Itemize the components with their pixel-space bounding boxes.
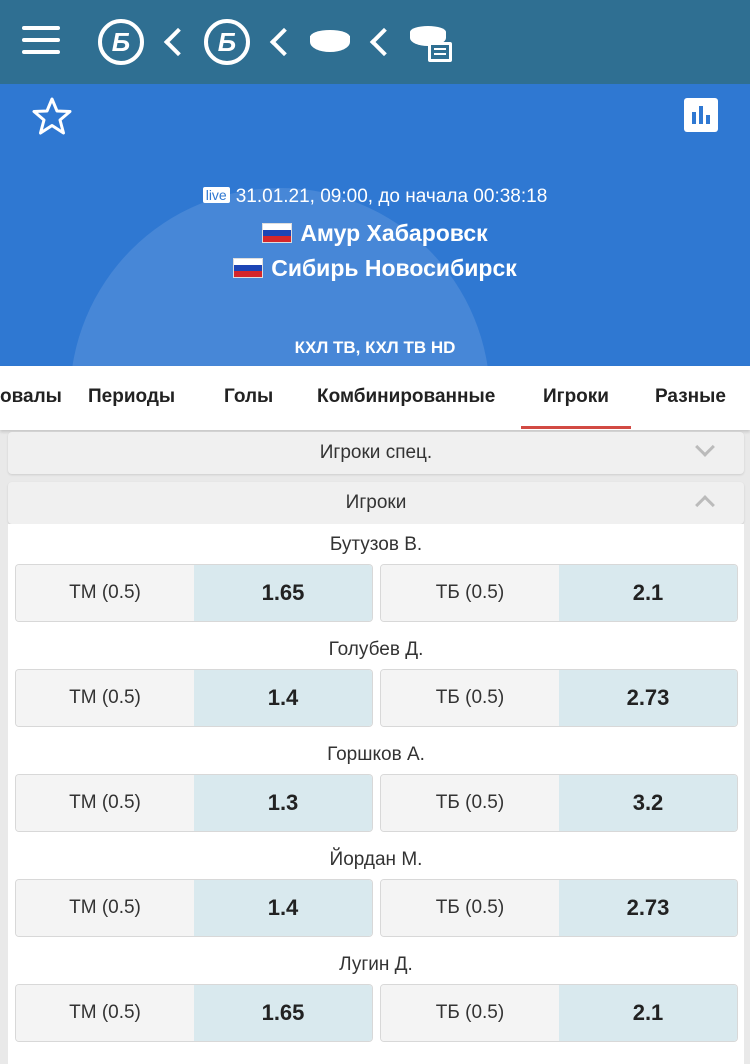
logo-letter: Б <box>217 26 237 57</box>
statistics-icon[interactable] <box>684 98 718 132</box>
match-time: 31.01.21, 09:00, до начала 00:38:18 <box>235 186 548 207</box>
players-market-list: Бутузов В. ТМ (0.5) 1.65 ТБ (0.5) 2.1 Го… <box>8 524 744 1064</box>
bet-odd: 2.73 <box>559 880 737 936</box>
team-home: Амур Хабаровск <box>0 220 750 247</box>
match-header: live 31.01.21, 09:00, до начала 00:38:18 … <box>0 84 750 366</box>
team-away: Сибирь Новосибирск <box>0 255 750 282</box>
section-title: Игроки <box>345 492 407 513</box>
player-name: Горшков А. <box>327 744 425 765</box>
bet-over-button[interactable]: ТБ (0.5) 2.73 <box>381 880 737 936</box>
tab-goals[interactable]: Голы <box>224 386 273 408</box>
bet-label: ТБ (0.5) <box>381 880 559 936</box>
bet-label: ТМ (0.5) <box>16 670 194 726</box>
player-name: Бутузов В. <box>329 534 423 555</box>
favorite-star-icon[interactable] <box>32 96 72 136</box>
bet-odd: 1.65 <box>194 985 372 1041</box>
player-name: Йордан М. <box>329 849 423 870</box>
chevron-left-icon <box>362 22 398 62</box>
bet-label: ТБ (0.5) <box>381 775 559 831</box>
bet-over-button[interactable]: ТБ (0.5) 2.1 <box>381 985 737 1041</box>
bet-label: ТМ (0.5) <box>16 775 194 831</box>
hockey-puck-icon[interactable] <box>310 22 350 62</box>
tab-players[interactable]: Игроки <box>521 386 631 429</box>
match-datetime: live 31.01.21, 09:00, до начала 00:38:18 <box>0 186 750 208</box>
section-title: Игроки спец. <box>319 442 433 463</box>
bet-over-button[interactable]: ТБ (0.5) 3.2 <box>381 775 737 831</box>
player-name: Лугин Д. <box>339 954 413 975</box>
bet-label: ТБ (0.5) <box>381 670 559 726</box>
bet-under-button[interactable]: ТМ (0.5) 1.3 <box>16 775 372 831</box>
tab-misc[interactable]: Разные <box>655 386 726 408</box>
chevron-left-icon <box>156 22 192 62</box>
chevron-left-icon <box>262 22 298 62</box>
bet-over-button[interactable]: ТБ (0.5) 2.73 <box>381 670 737 726</box>
bet-label: ТМ (0.5) <box>16 565 194 621</box>
market-tabs: овалы Периоды Голы Комбинированные Игрок… <box>0 366 750 430</box>
bet-under-button[interactable]: ТМ (0.5) 1.65 <box>16 985 372 1041</box>
section-players-special[interactable]: Игроки спец. <box>8 432 744 474</box>
live-badge: live <box>202 187 230 203</box>
chevron-up-icon <box>695 495 715 515</box>
bet-label: ТБ (0.5) <box>381 985 559 1041</box>
hockey-league-icon[interactable] <box>410 20 454 64</box>
chevron-down-icon <box>695 437 715 457</box>
bet-label: ТМ (0.5) <box>16 880 194 936</box>
bet-under-button[interactable]: ТМ (0.5) 1.4 <box>16 880 372 936</box>
bet-under-button[interactable]: ТМ (0.5) 1.65 <box>16 565 372 621</box>
bet-odd: 3.2 <box>559 775 737 831</box>
tv-channels: КХЛ ТВ, КХЛ ТВ HD <box>294 338 456 357</box>
bet-odd: 2.1 <box>559 985 737 1041</box>
top-bar: Б Б <box>0 0 750 84</box>
bet-odd: 2.1 <box>559 565 737 621</box>
bet-odd: 1.3 <box>194 775 372 831</box>
player-name: Голубев Д. <box>328 639 424 660</box>
hamburger-menu-icon[interactable] <box>22 26 60 56</box>
russia-flag-icon <box>262 223 293 243</box>
bet-odd: 1.4 <box>194 880 372 936</box>
bet-over-button[interactable]: ТБ (0.5) 2.1 <box>381 565 737 621</box>
bet-label: ТБ (0.5) <box>381 565 559 621</box>
bet-odd: 1.65 <box>194 565 372 621</box>
tab-combined[interactable]: Комбинированные <box>317 386 495 408</box>
bet-odd: 2.73 <box>559 670 737 726</box>
section-players[interactable]: Игроки <box>8 482 744 524</box>
bet-odd: 1.4 <box>194 670 372 726</box>
tab-totals[interactable]: овалы <box>0 386 62 408</box>
team-away-name: Сибирь Новосибирск <box>271 255 517 281</box>
logo-letter: Б <box>111 26 131 57</box>
russia-flag-icon <box>233 258 264 278</box>
bet-under-button[interactable]: ТМ (0.5) 1.4 <box>16 670 372 726</box>
breadcrumb: Б Б <box>98 18 454 66</box>
team-home-name: Амур Хабаровск <box>300 220 488 246</box>
bookmaker-logo-icon[interactable]: Б <box>98 19 144 65</box>
bet-label: ТМ (0.5) <box>16 985 194 1041</box>
bookmaker-logo-icon-2[interactable]: Б <box>204 19 250 65</box>
tab-periods[interactable]: Периоды <box>88 386 175 408</box>
